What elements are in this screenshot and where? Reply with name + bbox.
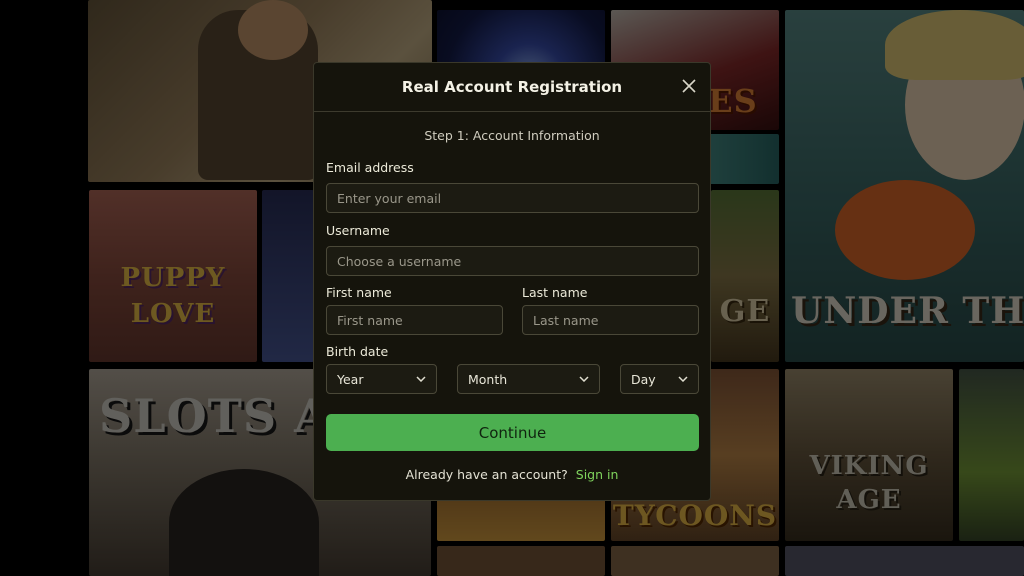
game-tile-robot[interactable] — [959, 369, 1024, 541]
step-indicator: Step 1: Account Information — [424, 128, 600, 143]
chevron-down-icon — [579, 376, 589, 382]
day-select[interactable]: Day — [620, 364, 699, 394]
email-input[interactable] — [326, 183, 699, 213]
signin-row: Already have an account? Sign in — [314, 467, 710, 482]
game-tile-bottom-2[interactable] — [611, 546, 779, 576]
game-tile-jungle[interactable]: GE — [711, 190, 779, 362]
game-tile-viking-age[interactable]: VIKING AGE — [785, 369, 953, 541]
tile-title-puppy-love: PUPPY LOVE — [120, 263, 226, 329]
tile-title-ge: GE — [719, 294, 771, 329]
month-select-value: Month — [468, 371, 508, 387]
username-input[interactable] — [326, 246, 699, 276]
game-tile-puppy-love[interactable]: PUPPY LOVE — [89, 190, 257, 362]
chevron-down-icon — [678, 376, 688, 382]
chevron-down-icon — [416, 376, 426, 382]
signin-prompt: Already have an account? — [405, 467, 568, 482]
signin-link[interactable]: Sign in — [576, 467, 619, 482]
tile-title-under-the-sea: UNDER THE — [791, 290, 1024, 332]
modal-title: Real Account Registration — [401, 78, 623, 96]
game-tile-unknown[interactable] — [262, 190, 314, 362]
year-select-value: Year — [337, 371, 364, 387]
day-select-value: Day — [631, 371, 656, 387]
first-name-input[interactable] — [326, 305, 503, 335]
game-tile-bottom-1[interactable] — [437, 546, 605, 576]
email-label: Email address — [326, 160, 414, 175]
last-name-input[interactable] — [522, 305, 699, 335]
first-name-label: First name — [326, 285, 392, 300]
tile-title-tycoons: TYCOONS — [612, 499, 778, 532]
close-icon — [682, 79, 696, 93]
username-label: Username — [326, 223, 390, 238]
month-select[interactable]: Month — [457, 364, 600, 394]
tile-title-viking-age: VIKING AGE — [809, 451, 929, 515]
close-button[interactable] — [680, 77, 698, 95]
birth-date-label: Birth date — [326, 344, 389, 359]
game-tile-bottom-3[interactable] — [785, 546, 1024, 576]
modal-header: Real Account Registration — [314, 63, 710, 112]
registration-modal: Real Account Registration Step 1: Accoun… — [313, 62, 711, 501]
year-select[interactable]: Year — [326, 364, 437, 394]
game-tile-under-the-sea[interactable]: UNDER THE — [785, 10, 1024, 362]
continue-button[interactable]: Continue — [326, 414, 699, 451]
last-name-label: Last name — [522, 285, 588, 300]
